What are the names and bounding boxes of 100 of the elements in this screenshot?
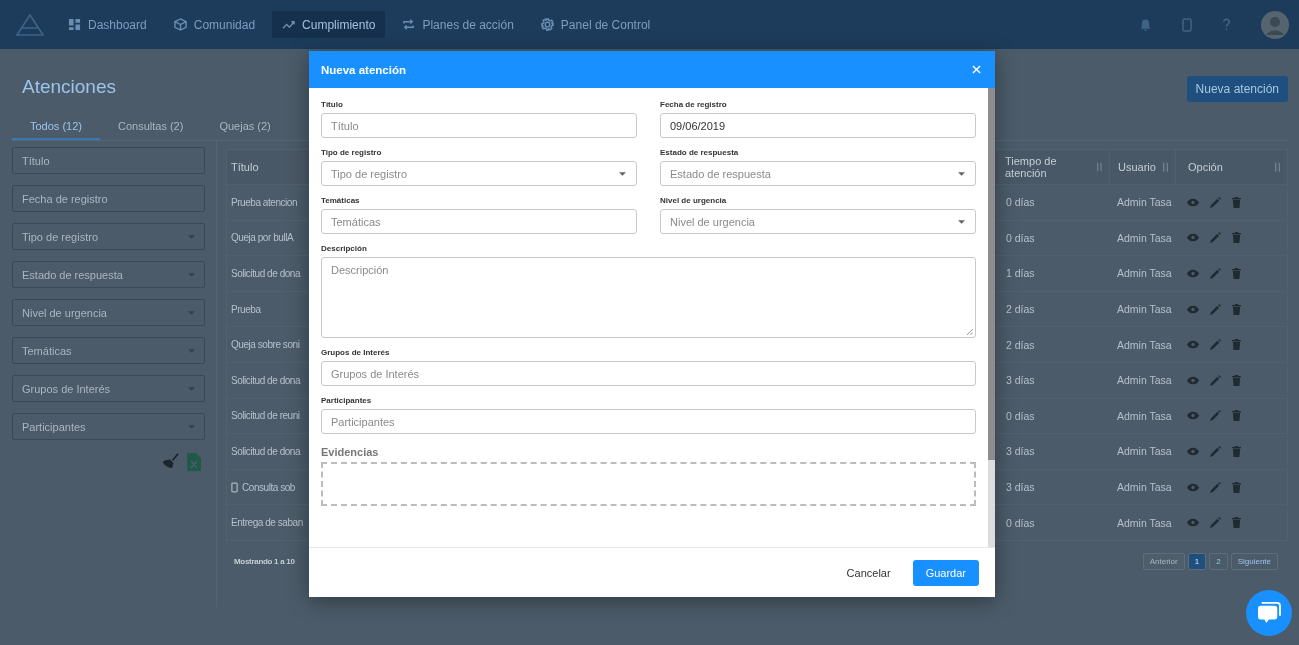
column-header[interactable]: Título [227, 161, 303, 173]
edit-pencil-icon[interactable] [1210, 445, 1221, 457]
edit-pencil-icon[interactable] [1210, 268, 1221, 279]
notification-bell-icon[interactable] [1139, 17, 1152, 32]
sort-icon[interactable] [1162, 162, 1169, 172]
view-eye-icon[interactable] [1187, 233, 1199, 243]
filter-dropdown[interactable]: Estado de respuesta [12, 261, 205, 288]
broom-icon[interactable] [162, 453, 179, 468]
column-header[interactable]: Tiempo de atención [1005, 155, 1097, 179]
view-eye-icon[interactable] [1187, 482, 1199, 492]
help-icon[interactable] [1222, 18, 1231, 31]
chat-button[interactable] [1246, 590, 1292, 636]
nav-item[interactable]: Comunidad [163, 11, 266, 38]
edit-pencil-icon[interactable] [1210, 374, 1221, 386]
results-summary: Mostrando 1 a 10 [233, 556, 295, 566]
table-cell-text: Admin Tasa [1116, 481, 1173, 494]
edit-pencil-icon[interactable] [1210, 410, 1221, 422]
user-avatar-icon[interactable] [1261, 10, 1289, 39]
filter-dropdown[interactable]: Participantes [12, 413, 205, 440]
settings-icon [540, 18, 554, 31]
caret-icon [188, 424, 195, 429]
spreadsheet-export-icon[interactable] [187, 453, 201, 471]
filter-field[interactable]: Fecha de registro [12, 185, 205, 212]
dropdown-field[interactable]: Nivel de urgencia [660, 209, 976, 234]
description-textarea[interactable]: Descripción [321, 257, 976, 338]
delete-trash-icon[interactable] [1232, 445, 1241, 457]
column-header[interactable]: Usuario [1118, 161, 1156, 173]
mobile-phone-icon[interactable] [1182, 17, 1192, 32]
triangle-logo-icon[interactable] [16, 13, 44, 36]
nav-item[interactable]: Planes de acción [392, 11, 524, 38]
new-attention-button[interactable]: Nueva atención [1186, 76, 1288, 102]
caret-icon [188, 310, 195, 315]
edit-pencil-icon[interactable] [1210, 303, 1221, 315]
sort-icon[interactable] [1096, 162, 1103, 172]
field-label: Participantes [321, 396, 373, 405]
resize-grip-icon[interactable] [966, 328, 973, 335]
edit-pencil-icon[interactable] [1210, 481, 1221, 493]
page-button[interactable]: 2 [1209, 552, 1228, 570]
save-button[interactable]: Guardar [912, 559, 979, 586]
page-button[interactable]: 1 [1187, 552, 1207, 570]
input-field[interactable]: 09/06/2019 [660, 113, 976, 138]
dashboard-icon [68, 18, 81, 31]
caret-icon [958, 219, 965, 224]
view-eye-icon[interactable] [1187, 375, 1199, 385]
delete-trash-icon[interactable] [1232, 374, 1241, 386]
field-label: Título [321, 100, 344, 109]
input-field[interactable]: Título [321, 113, 637, 138]
view-eye-icon[interactable] [1187, 446, 1199, 456]
delete-trash-icon[interactable] [1232, 303, 1241, 315]
tab[interactable]: Quejas (2) [201, 116, 289, 140]
edit-pencil-icon[interactable] [1210, 517, 1221, 529]
view-eye-icon[interactable] [1187, 269, 1199, 278]
delete-trash-icon[interactable] [1232, 481, 1241, 493]
field-label: Fecha de registro [660, 100, 728, 109]
delete-trash-icon[interactable] [1232, 410, 1241, 422]
input-field[interactable]: Temáticas [321, 209, 637, 234]
table-cell: Prueba [231, 303, 261, 315]
tab[interactable]: Todos (12) [12, 116, 100, 140]
sort-icon[interactable] [1274, 162, 1281, 172]
column-header[interactable]: Opción [1188, 161, 1223, 173]
view-eye-icon[interactable] [1187, 304, 1199, 314]
filter-dropdown[interactable]: Nivel de urgencia [12, 299, 205, 326]
dropdown-field[interactable]: Tipo de registro [321, 161, 637, 186]
nav-item[interactable]: Cumplimiento [272, 11, 386, 38]
view-eye-icon[interactable] [1187, 518, 1199, 528]
delete-trash-icon[interactable] [1232, 517, 1241, 529]
delete-trash-icon[interactable] [1232, 268, 1241, 279]
edit-pencil-icon[interactable] [1210, 232, 1221, 244]
filter-dropdown[interactable]: Temáticas [12, 337, 205, 364]
filter-dropdown[interactable]: Tipo de registro [12, 223, 205, 250]
filter-dropdown[interactable]: Grupos de Interés [12, 375, 205, 402]
delete-trash-icon[interactable] [1232, 196, 1241, 208]
table-cell: Prueba atencion [231, 196, 298, 208]
repeat-icon [402, 18, 416, 31]
edit-pencil-icon[interactable] [1210, 196, 1221, 208]
table-cell-text: 0 días [1005, 196, 1036, 209]
field-label: Tipo de registro [321, 148, 383, 157]
view-eye-icon[interactable] [1187, 411, 1199, 421]
file-drop-zone[interactable] [321, 462, 976, 506]
nav-item[interactable]: Dashboard [58, 11, 157, 38]
filter-field[interactable]: Título [12, 147, 205, 174]
scrollbar[interactable] [988, 88, 995, 547]
table-cell: Solicitud de dona [231, 268, 301, 279]
close-icon[interactable] [972, 65, 981, 74]
cancel-button[interactable]: Cancelar [846, 559, 891, 586]
view-eye-icon[interactable] [1187, 340, 1199, 350]
delete-trash-icon[interactable] [1232, 232, 1241, 244]
input-field[interactable]: Participantes [321, 409, 976, 434]
edit-pencil-icon[interactable] [1210, 339, 1221, 351]
table-cell-text: Admin Tasa [1116, 267, 1173, 280]
next-page-button[interactable]: Siguiente [1230, 552, 1278, 570]
view-eye-icon[interactable] [1187, 197, 1199, 207]
tab[interactable]: Consultas (2) [100, 116, 202, 140]
table-cell: Solicitud de dona [231, 445, 301, 457]
input-field[interactable]: Grupos de Interés [321, 361, 976, 386]
caret-icon [188, 348, 195, 353]
nav-item[interactable]: Panel de Control [530, 11, 661, 38]
table-cell: Solicitud de dona [231, 374, 301, 386]
delete-trash-icon[interactable] [1232, 339, 1241, 351]
dropdown-field[interactable]: Estado de respuesta [660, 161, 976, 186]
